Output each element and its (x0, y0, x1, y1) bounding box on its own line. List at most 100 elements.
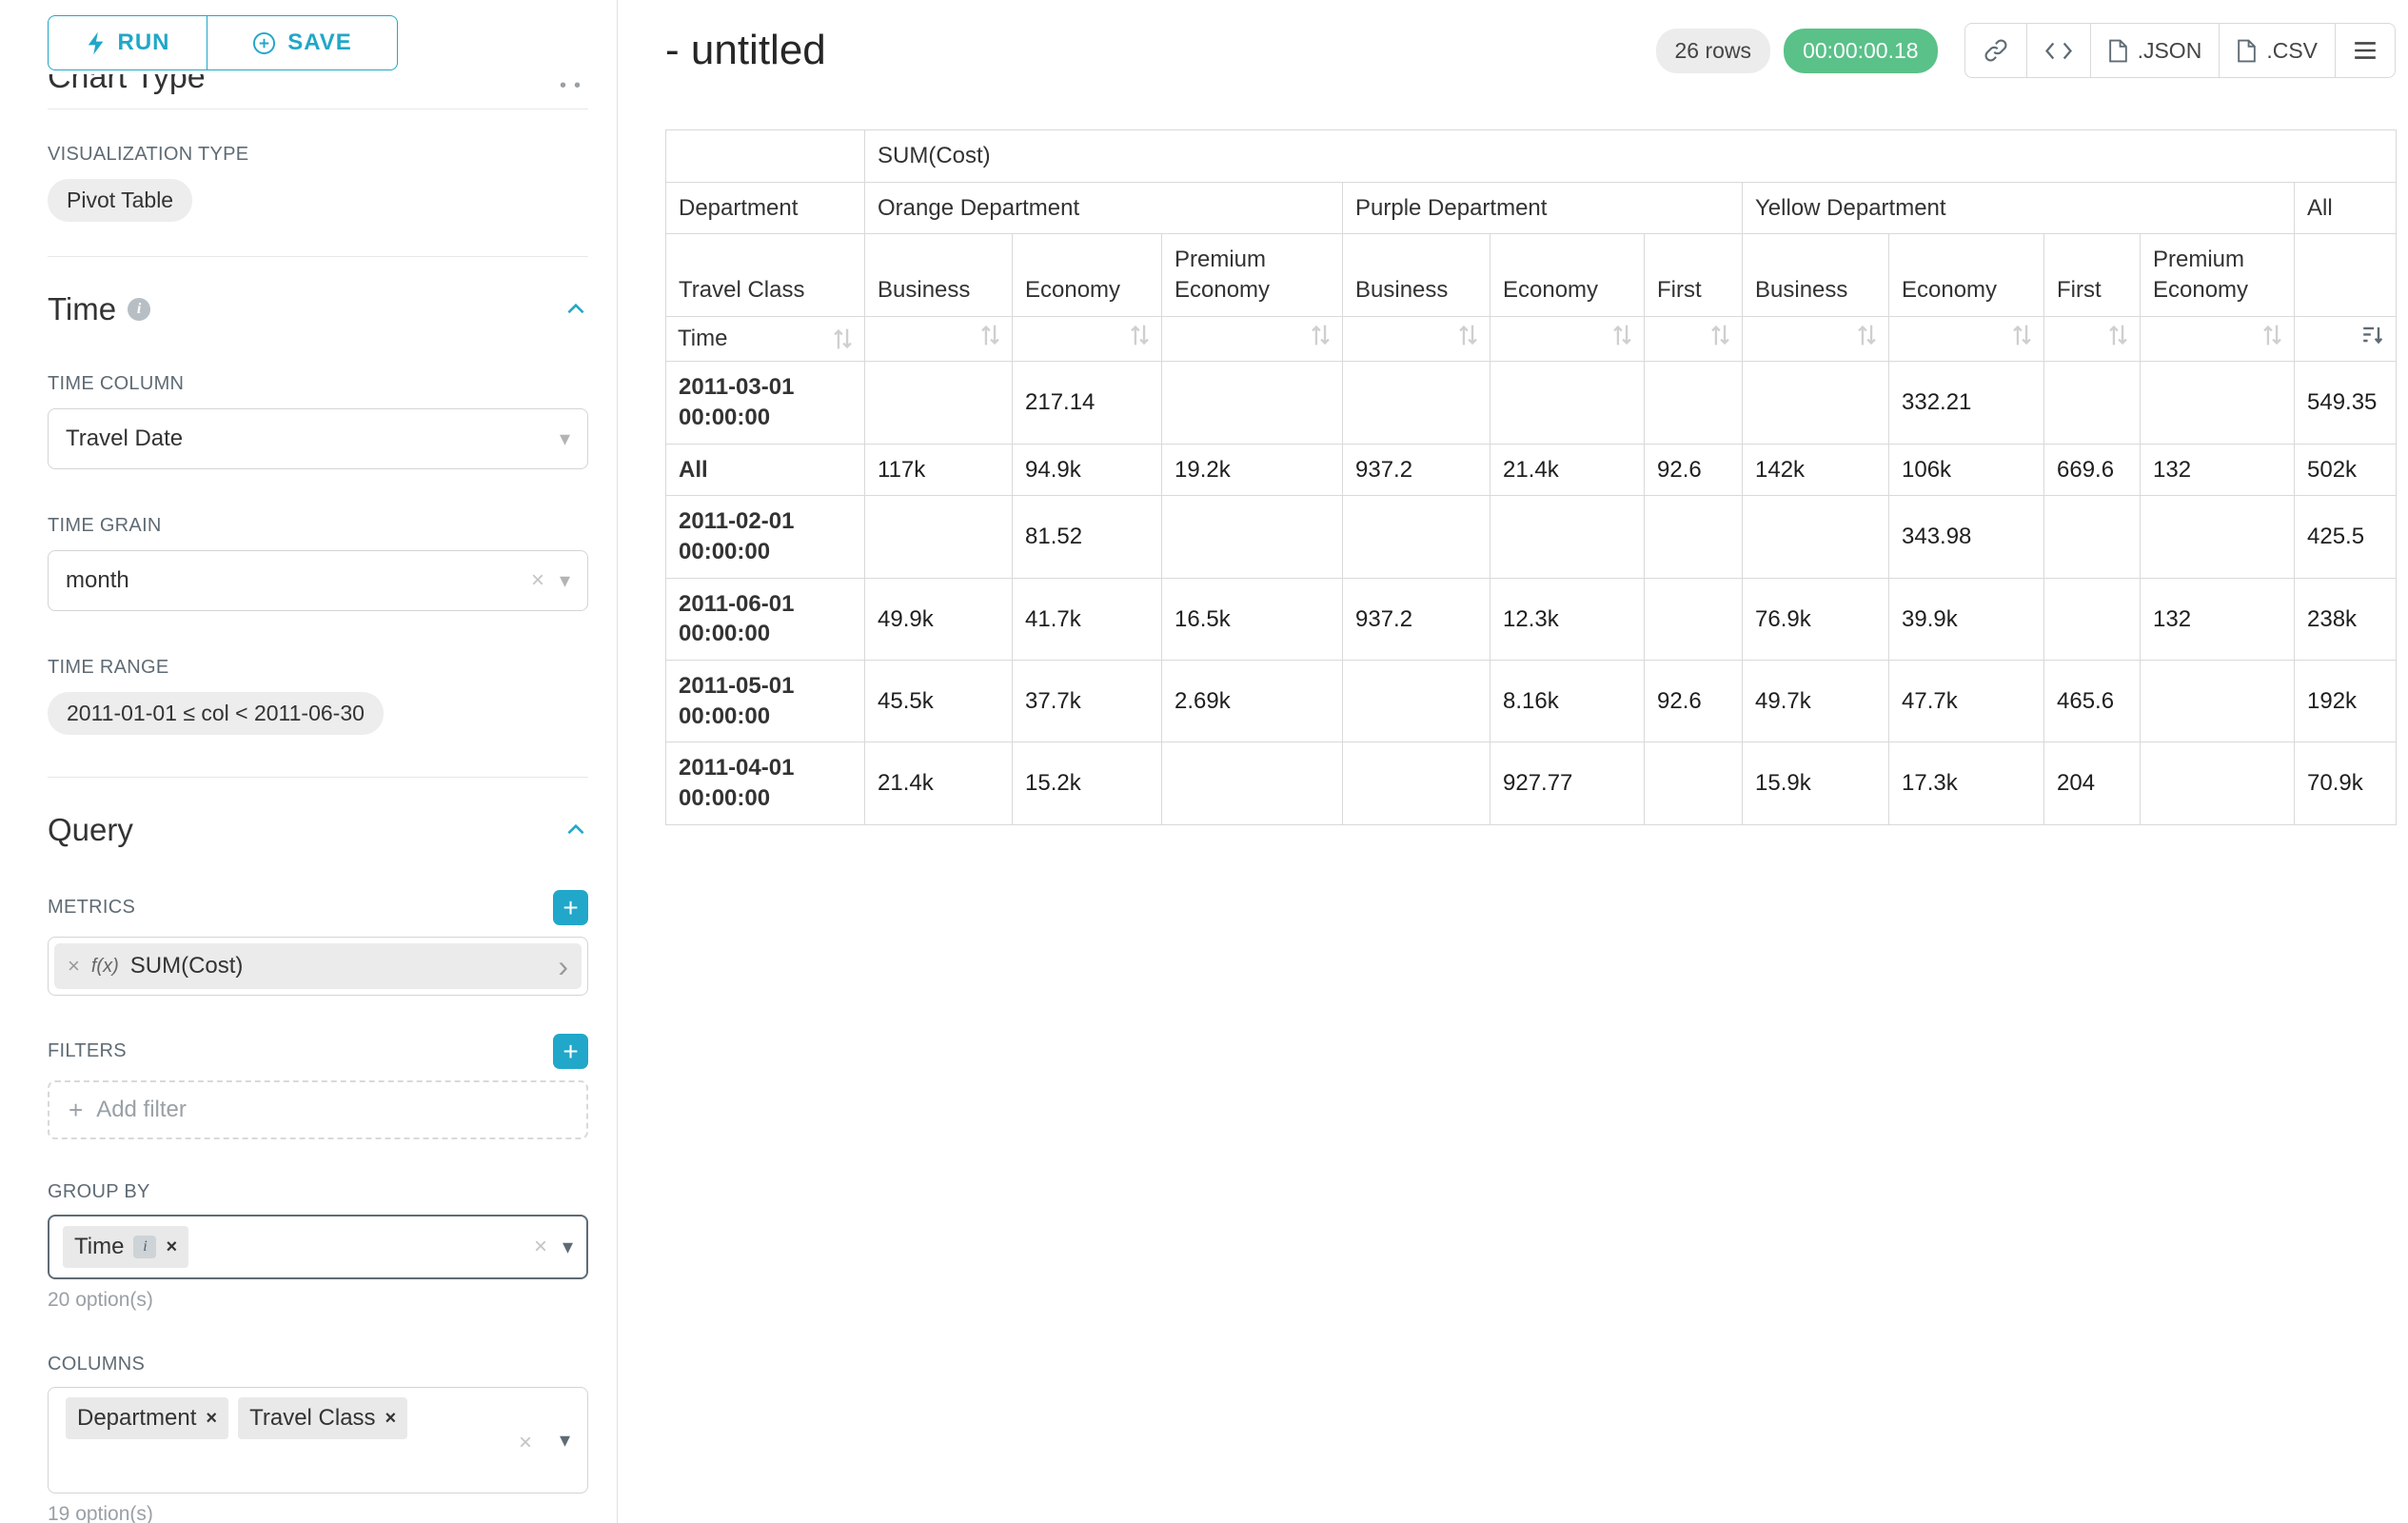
remove-tag-icon[interactable]: × (385, 1408, 397, 1430)
action-buttons: RUN SAVE (48, 15, 588, 70)
add-filter-button[interactable]: + Add filter (48, 1080, 588, 1139)
sort-icon[interactable] (2108, 323, 2128, 347)
sort-icon[interactable] (1311, 323, 1331, 347)
chevron-down-icon[interactable]: ▾ (560, 1428, 570, 1453)
table-row: 2011-06-01 00:00:0049.9k41.7k16.5k937.21… (666, 578, 2397, 660)
data-cell (2141, 362, 2295, 444)
group-by-tag[interactable]: Time i × (63, 1226, 188, 1268)
data-cell (1162, 496, 1343, 578)
function-icon: f(x) (91, 956, 119, 978)
file-icon (2108, 39, 2128, 63)
sort-icon[interactable] (1458, 323, 1478, 347)
clear-icon[interactable]: × (531, 567, 544, 594)
remove-tag-icon[interactable]: × (166, 1236, 177, 1258)
data-cell: 41.7k (1013, 578, 1162, 660)
data-cell (2044, 578, 2141, 660)
remove-metric-icon[interactable]: × (68, 954, 80, 979)
data-cell: 669.6 (2044, 444, 2141, 496)
time-label-cell: Time (666, 316, 865, 362)
data-cell: 106k (1889, 444, 2044, 496)
add-filter-plus-button[interactable]: + (553, 1034, 588, 1069)
sort-cell (1743, 316, 1889, 362)
data-cell: 37.7k (1013, 661, 1162, 742)
clear-icon[interactable]: × (534, 1234, 547, 1260)
chevron-down-icon[interactable]: ▾ (560, 426, 570, 451)
menu-button[interactable] (2335, 23, 2396, 78)
row-header-cell: 2011-03-01 00:00:00 (666, 362, 865, 444)
sort-icon[interactable] (1710, 323, 1730, 347)
query-section-title: Query (48, 812, 133, 848)
column-tag[interactable]: Department × (66, 1397, 228, 1439)
query-timer-badge: 00:00:00.18 (1784, 29, 1938, 73)
row-header-cell: 2011-02-01 00:00:00 (666, 496, 865, 578)
copy-link-button[interactable] (1964, 23, 2027, 78)
data-cell (1343, 742, 1490, 824)
time-grain-select[interactable]: month × ▾ (48, 550, 588, 611)
group-header-cell: Yellow Department (1743, 182, 2295, 234)
data-cell: 49.9k (865, 578, 1013, 660)
lightning-icon (86, 30, 107, 56)
time-grain-value: month (66, 567, 531, 594)
data-cell: 425.5 (2295, 496, 2397, 578)
group-by-option-count: 20 option(s) (48, 1289, 588, 1312)
column-header-cell: Business (865, 234, 1013, 316)
visualization-type-value[interactable]: Pivot Table (48, 179, 192, 222)
chevron-up-icon[interactable] (563, 818, 588, 842)
sort-icon[interactable] (980, 323, 1000, 347)
row-header-cell: All (666, 444, 865, 496)
table-row: 2011-04-01 00:00:0021.4k15.2k927.7715.9k… (666, 742, 2397, 824)
columns-select[interactable]: Department × Travel Class × × ▾ (48, 1387, 588, 1493)
chevron-up-icon[interactable] (563, 297, 588, 322)
data-cell: 81.52 (1013, 496, 1162, 578)
link-icon (1983, 37, 2009, 64)
time-column-value: Travel Date (66, 425, 544, 452)
view-query-button[interactable] (2026, 23, 2091, 78)
sort-cell (2044, 316, 2141, 362)
data-cell: 47.7k (1889, 661, 2044, 742)
chevron-right-icon[interactable]: › (558, 951, 568, 981)
clear-icon[interactable]: × (519, 1430, 532, 1456)
time-range-label: TIME RANGE (48, 657, 588, 679)
sort-icon[interactable] (2012, 323, 2032, 347)
chart-title[interactable]: - untitled (665, 27, 826, 74)
data-cell: 927.77 (1490, 742, 1645, 824)
run-button[interactable]: RUN (48, 15, 207, 70)
sort-icon[interactable] (1130, 323, 1150, 347)
data-cell: 17.3k (1889, 742, 2044, 824)
add-metric-button[interactable]: + (553, 890, 588, 925)
metric-control[interactable]: × f(x) SUM(Cost) › (48, 937, 588, 996)
file-icon (2237, 39, 2257, 63)
pivot-body: 2011-03-01 00:00:00217.14332.21549.35All… (666, 362, 2397, 824)
sort-icon[interactable] (1612, 323, 1632, 347)
export-json-button[interactable]: .JSON (2090, 23, 2220, 78)
data-cell: 70.9k (2295, 742, 2397, 824)
chevron-down-icon[interactable]: ▾ (563, 1235, 573, 1259)
sort-desc-icon[interactable] (2361, 324, 2384, 346)
column-tag[interactable]: Travel Class × (238, 1397, 407, 1439)
export-csv-button[interactable]: .CSV (2219, 23, 2336, 78)
data-cell (1490, 496, 1645, 578)
time-range-value[interactable]: 2011-01-01 ≤ col < 2011-06-30 (48, 692, 384, 735)
time-column-select[interactable]: Travel Date ▾ (48, 408, 588, 469)
metrics-label-row: METRICS + (48, 890, 588, 925)
sort-icon[interactable] (2262, 323, 2282, 347)
filters-label: FILTERS (48, 1040, 127, 1062)
sort-cell (1889, 316, 2044, 362)
sort-icon[interactable] (1857, 323, 1877, 347)
sort-icon[interactable] (833, 326, 853, 351)
group-by-select[interactable]: Time i × × ▾ (48, 1215, 588, 1279)
data-cell: 76.9k (1743, 578, 1889, 660)
query-section-header: Query (48, 812, 588, 848)
sort-cell (1490, 316, 1645, 362)
chevron-down-icon[interactable]: ▾ (560, 568, 570, 593)
metric-pill[interactable]: × f(x) SUM(Cost) › (54, 943, 582, 989)
column-header-cell: Economy (1013, 234, 1162, 316)
save-button[interactable]: SAVE (207, 15, 398, 70)
remove-tag-icon[interactable]: × (206, 1408, 217, 1430)
data-cell: 92.6 (1645, 444, 1743, 496)
column-header-cell: Premium Economy (2141, 234, 2295, 316)
group-header-cell: Purple Department (1343, 182, 1743, 234)
data-cell: 19.2k (1162, 444, 1343, 496)
data-cell (1743, 496, 1889, 578)
metrics-label: METRICS (48, 897, 135, 919)
